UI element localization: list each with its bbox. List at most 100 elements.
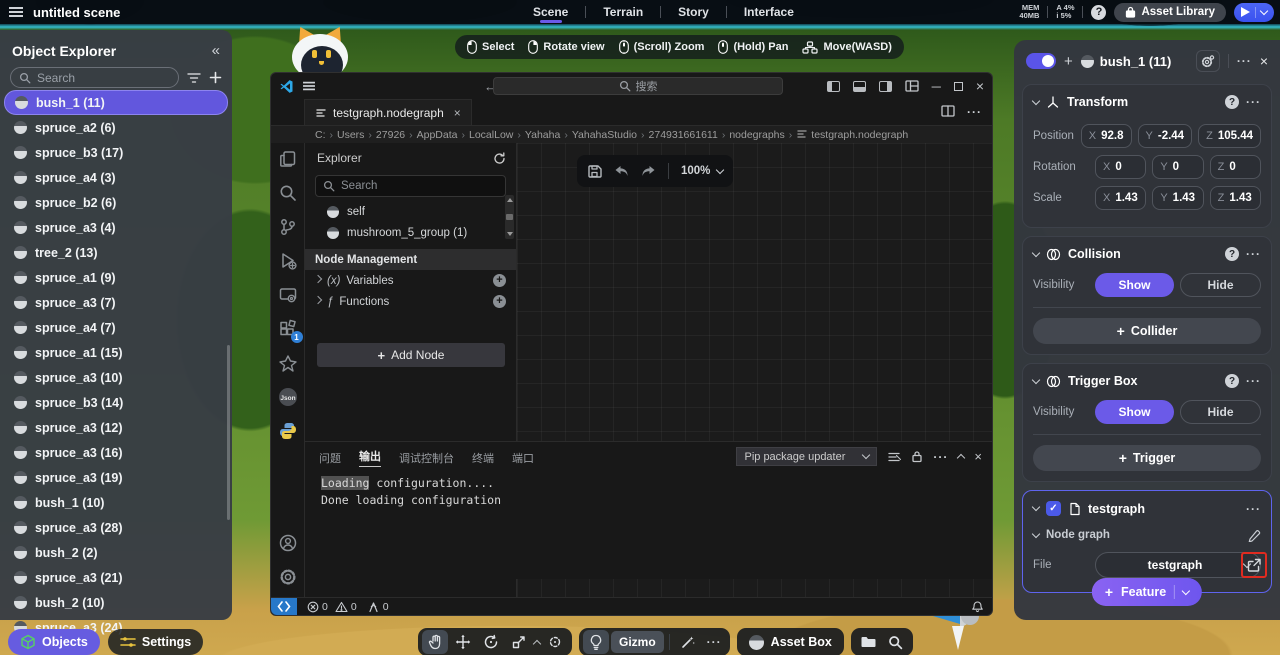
pan-tool-button[interactable]	[422, 630, 448, 654]
collision-hide-button[interactable]: Hide	[1180, 273, 1261, 297]
help-icon[interactable]: ?	[1225, 247, 1239, 261]
add-function-icon[interactable]: +	[493, 295, 506, 308]
trigger-show-button[interactable]: Show	[1095, 400, 1174, 424]
output-channel-dropdown[interactable]: Pip package updater	[736, 447, 877, 466]
object-search-input[interactable]: Search	[10, 67, 179, 88]
split-editor-icon[interactable]	[941, 105, 955, 119]
help-icon[interactable]: ?	[1225, 374, 1239, 388]
scale-x-input[interactable]: X1.43	[1095, 186, 1146, 210]
breadcrumb-segment[interactable]: AppData	[417, 129, 458, 141]
search-scene-button[interactable]	[883, 630, 909, 654]
window-minimize-icon[interactable]: ─	[932, 79, 941, 94]
clear-output-icon[interactable]	[887, 451, 901, 463]
more-tools-icon[interactable]: ···	[707, 635, 722, 649]
help-icon[interactable]: ?	[1091, 5, 1106, 20]
object-list-item[interactable]: spruce_a3 (16)	[4, 440, 228, 465]
folder-button[interactable]	[855, 630, 881, 654]
object-list-item[interactable]: tree_2 (13)	[4, 240, 228, 265]
chevron-down-icon[interactable]	[1260, 6, 1268, 14]
vscode-menu-icon[interactable]	[303, 82, 315, 91]
breadcrumb-segment[interactable]: YahahaStudio	[572, 129, 637, 141]
trigger-hide-button[interactable]: Hide	[1180, 400, 1261, 424]
panel-tab-1[interactable]: 问题	[319, 450, 341, 466]
magic-wand-button[interactable]	[675, 630, 701, 654]
object-list-item[interactable]: spruce_a3 (4)	[4, 215, 228, 240]
ports-status[interactable]: 0	[367, 601, 389, 613]
explorer-tree-item[interactable]: mushroom_5_group (1)	[305, 222, 516, 243]
tab-close-icon[interactable]: ×	[454, 106, 461, 120]
collapse-panel-icon[interactable]: «	[212, 42, 220, 59]
section-menu-icon[interactable]: ···	[1246, 247, 1261, 261]
breadcrumb-segment[interactable]: 27926	[376, 129, 405, 141]
object-list-item[interactable]: spruce_a3 (10)	[4, 365, 228, 390]
add-node-button[interactable]: + Add Node	[317, 343, 505, 367]
window-close-icon[interactable]: ×	[976, 78, 984, 94]
add-feature-button[interactable]: + Feature	[1092, 578, 1202, 606]
object-list-item[interactable]: spruce_a3 (7)	[4, 290, 228, 315]
explorer-search-input[interactable]: Search	[315, 175, 506, 197]
explorer-mini-scrollbar[interactable]	[505, 195, 514, 239]
toggle-secondary-sidebar-icon[interactable]	[879, 81, 892, 92]
position-x-input[interactable]: X92.8	[1081, 124, 1132, 148]
add-object-icon[interactable]	[209, 71, 222, 84]
asset-box-button[interactable]: Asset Box	[737, 628, 844, 655]
remote-explorer-icon[interactable]	[278, 285, 298, 305]
python-extension-icon[interactable]	[278, 421, 298, 441]
add-trigger-button[interactable]: +Trigger	[1033, 445, 1261, 471]
tab-testgraph-nodegraph[interactable]: testgraph.nodegraph ×	[305, 99, 472, 125]
breadcrumb[interactable]: C:›Users›27926›AppData›LocalLow›Yahaha›Y…	[271, 126, 992, 143]
run-debug-icon[interactable]	[278, 251, 298, 271]
logic-settings-button[interactable]	[1196, 50, 1220, 72]
feature-enabled-checkbox[interactable]: ✓	[1046, 501, 1061, 516]
search-activity-icon[interactable]	[278, 183, 298, 203]
section-menu-icon[interactable]: ···	[1246, 502, 1261, 516]
window-maximize-icon[interactable]	[954, 82, 963, 91]
object-list-item[interactable]: spruce_a1 (9)	[4, 265, 228, 290]
mode-tab-interface[interactable]: Interface	[731, 0, 807, 24]
object-list-item[interactable]: spruce_a1 (15)	[4, 340, 228, 365]
settings-gear-icon[interactable]	[278, 567, 298, 587]
filter-icon[interactable]	[187, 72, 201, 84]
collapse-icon[interactable]	[1032, 248, 1040, 256]
yahaha-extension-icon[interactable]	[278, 353, 298, 373]
main-menu-icon[interactable]	[9, 7, 23, 17]
notifications-bell-icon[interactable]	[971, 600, 984, 613]
object-list-item[interactable]: spruce_b2 (6)	[4, 190, 228, 215]
object-list-item[interactable]: spruce_a4 (7)	[4, 315, 228, 340]
add-icon[interactable]: +	[1064, 53, 1073, 70]
json-extension-icon[interactable]: Json	[278, 387, 298, 407]
tool-expand-icon[interactable]	[533, 639, 541, 647]
save-icon[interactable]	[587, 164, 602, 179]
section-menu-icon[interactable]: ···	[1246, 95, 1261, 109]
edit-pencil-icon[interactable]	[1247, 528, 1261, 542]
breadcrumb-segment[interactable]: Yahaha	[525, 129, 560, 141]
output-console[interactable]: Loading configuration....Done loading co…	[305, 471, 992, 509]
position-y-input[interactable]: Y-2.44	[1138, 124, 1193, 148]
source-control-icon[interactable]	[278, 217, 298, 237]
mode-tab-story[interactable]: Story	[665, 0, 722, 24]
object-list-item[interactable]: bush_2 (2)	[4, 540, 228, 565]
light-toggle-button[interactable]	[583, 630, 609, 654]
maximize-panel-icon[interactable]	[957, 454, 965, 462]
object-list-item[interactable]: spruce_a3 (12)	[4, 415, 228, 440]
object-list-item[interactable]: spruce_a2 (6)	[4, 115, 228, 140]
collapse-icon[interactable]	[1032, 503, 1040, 511]
rotation-x-input[interactable]: X0	[1095, 155, 1146, 179]
breadcrumb-segment[interactable]: nodegraphs	[729, 129, 784, 141]
rotation-y-input[interactable]: Y0	[1152, 155, 1203, 179]
refresh-icon[interactable]	[493, 152, 506, 165]
breadcrumb-segment[interactable]: C:	[315, 129, 326, 141]
object-list-item[interactable]: spruce_a3 (19)	[4, 465, 228, 490]
zoom-level-dropdown[interactable]: 100%	[681, 165, 723, 177]
scale-tool-button[interactable]	[506, 630, 532, 654]
object-list-item[interactable]: bush_1 (11)	[4, 90, 228, 115]
more-options-icon[interactable]: ···	[1237, 54, 1252, 68]
objects-tab-button[interactable]: Objects	[8, 629, 100, 655]
problems-status[interactable]: 0 0	[307, 601, 357, 613]
object-list-item[interactable]: spruce_a4 (3)	[4, 165, 228, 190]
settings-tab-button[interactable]: Settings	[108, 629, 203, 655]
collapse-icon[interactable]	[1032, 96, 1040, 104]
object-list-item[interactable]: bush_2 (10)	[4, 590, 228, 615]
vscode-search-box[interactable]: 搜索	[493, 77, 783, 95]
variables-row[interactable]: (x) Variables +	[305, 270, 516, 291]
